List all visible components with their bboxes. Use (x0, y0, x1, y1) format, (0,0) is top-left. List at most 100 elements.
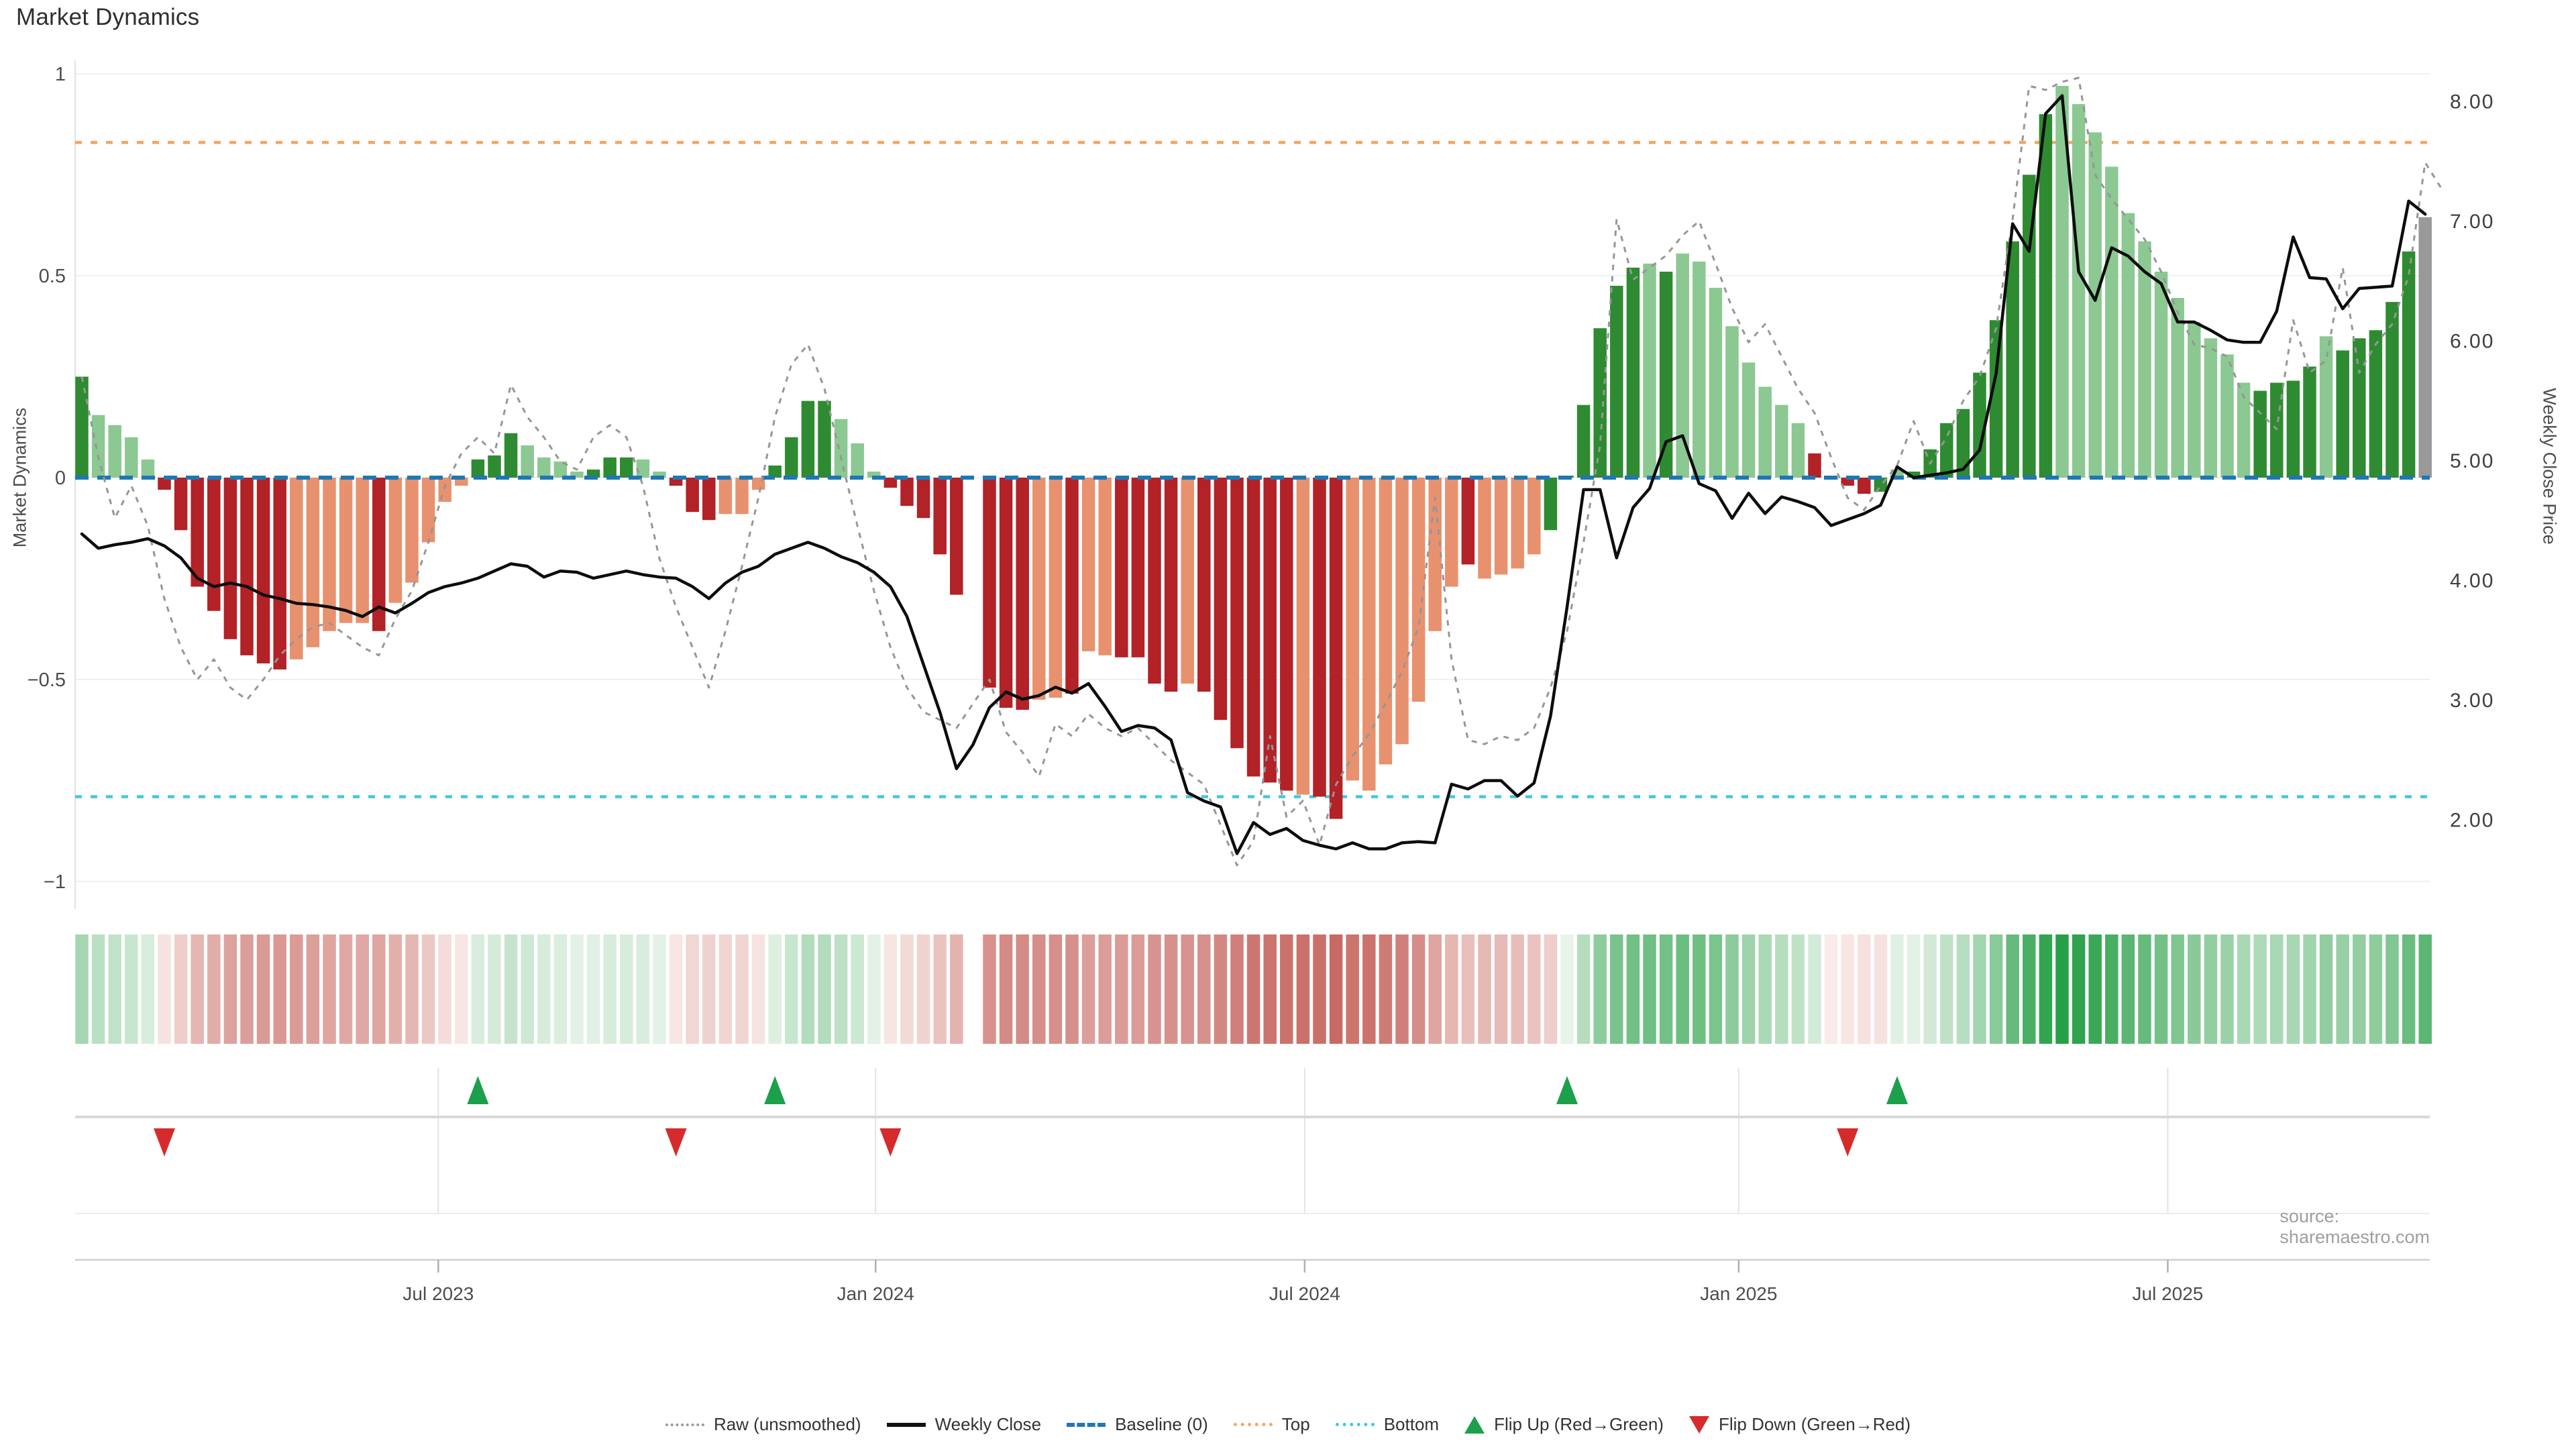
dynamics-bar (1445, 478, 1458, 587)
dynamics-bar (2253, 391, 2267, 478)
dynamics-bar (1577, 405, 1591, 478)
baseline-swatch (1067, 1423, 1106, 1427)
legend-item: Bottom (1336, 1414, 1439, 1435)
x-tick-label: Jan 2025 (1700, 1283, 1777, 1304)
dynamics-bar (2105, 166, 2118, 478)
heatmap-cell (2353, 934, 2366, 1044)
dynamics-bar (2072, 104, 2086, 478)
heatmap-cell (1181, 934, 1194, 1044)
flip-up-icon (1464, 1416, 1485, 1434)
flip-up-marker (467, 1076, 488, 1104)
dynamics-bar (1049, 478, 1063, 698)
heatmap-cell (405, 934, 419, 1044)
heatmap-cell (2188, 934, 2201, 1044)
dynamics-bar (1000, 478, 1013, 708)
heatmap-cell (1478, 934, 1491, 1044)
y-tick-label: 1 (55, 64, 66, 85)
heatmap-cell (983, 934, 996, 1044)
dynamics-bar (92, 415, 105, 478)
dynamics-bar (1544, 478, 1558, 530)
heatmap-cell (2072, 934, 2086, 1044)
legend: Raw (unsmoothed)Weekly CloseBaseline (0)… (0, 1414, 2576, 1435)
dynamics-bar (1808, 453, 1821, 478)
heatmap-cell (1280, 934, 1293, 1044)
heatmap-cell (2204, 934, 2218, 1044)
dynamics-bar (1395, 478, 1409, 744)
dynamics-bar (2088, 132, 2102, 478)
y-tick-label: −0.5 (28, 669, 66, 691)
heatmap-cell (2336, 934, 2349, 1044)
dynamics-bar (2188, 322, 2201, 478)
heatmap-cell (1395, 934, 1409, 1044)
heatmap-cell (1230, 934, 1244, 1044)
heatmap-cell (1000, 934, 1013, 1044)
heatmap-cell (290, 934, 303, 1044)
heatmap-cell (1148, 934, 1161, 1044)
heatmap-cell (1016, 934, 1029, 1044)
legend-item-label: Raw (unsmoothed) (714, 1414, 861, 1435)
heatmap-cell (1841, 934, 1854, 1044)
dynamics-bar (1115, 478, 1128, 657)
dynamics-bar (488, 455, 501, 478)
heatmap-cell (472, 934, 485, 1044)
heatmap-cell (1775, 934, 1788, 1044)
heatmap-cell (2155, 934, 2168, 1044)
legend-item: Flip Down (Green→Red) (1689, 1414, 1911, 1435)
heatmap-cell (1065, 934, 1079, 1044)
heatmap-cell (1462, 934, 1475, 1044)
heatmap-cell (2385, 934, 2399, 1044)
dynamics-bar (389, 478, 402, 603)
dynamics-bar (2204, 338, 2218, 478)
heatmap-cell (1560, 934, 1574, 1044)
price-tick-label: 5.00 (2450, 450, 2494, 472)
heatmap-cell (818, 934, 831, 1044)
heatmap-cell (224, 934, 237, 1044)
dynamics-bar (1495, 478, 1508, 574)
heatmap-cell (1825, 934, 1838, 1044)
heatmap-cell (1907, 934, 1921, 1044)
heatmap-cell (1858, 934, 1871, 1044)
dynamics-bar (1709, 288, 1723, 478)
dynamics-bar (1858, 478, 1871, 494)
dynamics-bar (1627, 268, 1640, 478)
heatmap-cell (637, 934, 650, 1044)
dynamics-bar (1593, 328, 1607, 478)
heatmap-cell (1115, 934, 1128, 1044)
heatmap-cell (554, 934, 568, 1044)
dynamics-bar (240, 478, 254, 655)
dynamics-bar (537, 458, 551, 478)
heatmap-cell (950, 934, 963, 1044)
heatmap-cell (851, 934, 864, 1044)
heatmap-cell (372, 934, 386, 1044)
heatmap-cell (1973, 934, 1986, 1044)
dynamics-bar (802, 401, 815, 478)
dynamics-bar (224, 478, 237, 639)
heatmap-cell (2303, 934, 2316, 1044)
heatmap-cell (1346, 934, 1359, 1044)
flip-down-marker (665, 1128, 687, 1157)
heatmap-cell (1313, 934, 1326, 1044)
legend-item: Weekly Close (887, 1414, 1041, 1435)
heatmap-cell (1940, 934, 1953, 1044)
price-tick-label: 8.00 (2450, 91, 2494, 113)
heatmap-cell (422, 934, 435, 1044)
dynamics-bar (1693, 262, 1706, 478)
heatmap-cell (207, 934, 221, 1044)
flip-down-marker (154, 1128, 175, 1157)
dynamics-bar (1725, 326, 1739, 478)
heatmap-cell (1330, 934, 1343, 1044)
y-tick-label: 0 (55, 468, 66, 489)
dynamics-bar (686, 478, 698, 512)
heatmap-cell (620, 934, 633, 1044)
dynamics-bar (472, 460, 485, 478)
heatmap-cell (570, 934, 584, 1044)
heatmap-cell (867, 934, 881, 1044)
heatmap-cell (1511, 934, 1524, 1044)
dynamics-bar (917, 478, 930, 518)
heatmap-cell (1132, 934, 1145, 1044)
dynamics-bar (603, 458, 616, 478)
heatmap-cell (1544, 934, 1558, 1044)
heatmap-cell (1197, 934, 1211, 1044)
dynamics-bar (422, 478, 435, 542)
price-tick-label: 7.00 (2450, 211, 2494, 233)
